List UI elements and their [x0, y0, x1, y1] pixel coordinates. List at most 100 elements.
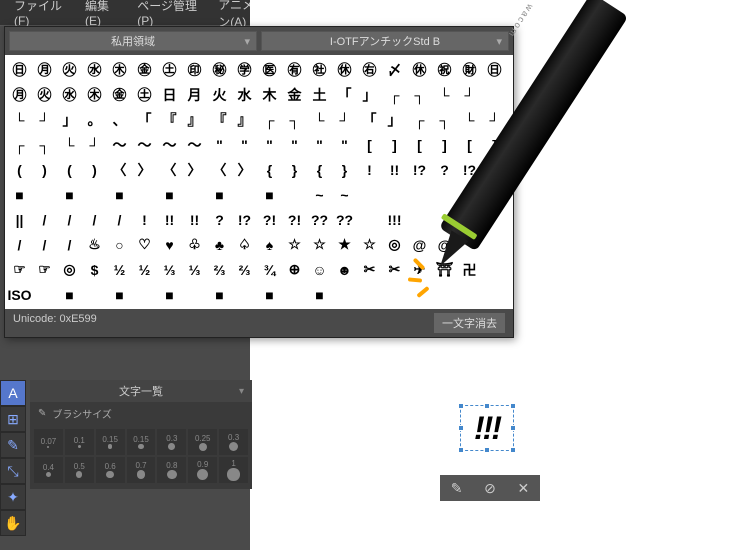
glyph-cell[interactable]: ┌	[7, 132, 32, 157]
glyph-cell[interactable]: 日	[157, 82, 182, 107]
glyph-cell[interactable]	[482, 82, 507, 107]
glyph-cell[interactable]: ㊋	[57, 57, 82, 82]
glyph-cell[interactable]: 〈	[207, 157, 232, 182]
glyph-cell[interactable]: ½	[132, 257, 157, 282]
glyph-cell[interactable]: ㊩	[257, 57, 282, 82]
glyph-cell[interactable]: @	[432, 232, 457, 257]
brush-size-cell[interactable]: 0.15	[96, 429, 125, 455]
glyph-cell[interactable]: !!!	[382, 207, 407, 232]
glyph-cell[interactable]: ┘	[32, 107, 57, 132]
glyph-cell[interactable]: ✂	[357, 257, 382, 282]
glyph-cell[interactable]: ┌	[382, 82, 407, 107]
glyph-cell[interactable]: !!	[382, 157, 407, 182]
glyph-cell[interactable]: }	[332, 157, 357, 182]
glyph-cell[interactable]: ⅓	[182, 257, 207, 282]
glyph-cell[interactable]: "	[307, 132, 332, 157]
glyph-cell[interactable]: /	[7, 232, 32, 257]
glyph-cell[interactable]: !	[357, 157, 382, 182]
glyph-cell[interactable]	[357, 282, 382, 307]
brush-size-cell[interactable]: 0.1	[65, 429, 94, 455]
glyph-cell[interactable]: /	[32, 232, 57, 257]
glyph-cell[interactable]: ☺	[307, 257, 332, 282]
glyph-cell[interactable]: 火	[207, 82, 232, 107]
glyph-cell[interactable]	[457, 232, 482, 257]
glyph-cell[interactable]: ㊐	[482, 57, 507, 82]
glyph-cell[interactable]: 』	[232, 107, 257, 132]
glyph-cell[interactable]: ㊎	[132, 57, 157, 82]
glyph-cell[interactable]: ■	[207, 282, 232, 307]
glyph-cell[interactable]: 卍	[457, 257, 482, 282]
glyph-cell[interactable]: ☆	[282, 232, 307, 257]
glyph-cell[interactable]: ㊍	[107, 57, 132, 82]
glyph-cell[interactable]: 「	[132, 107, 157, 132]
glyph-cell[interactable]: }	[282, 157, 307, 182]
glyph-cell[interactable]: 〉	[132, 157, 157, 182]
glyph-cell[interactable]: ♣	[207, 232, 232, 257]
glyph-cell[interactable]: /	[107, 207, 132, 232]
glyph-cell[interactable]: ■	[7, 182, 32, 207]
brush-tool[interactable]: ✎	[0, 432, 26, 458]
glyph-cell[interactable]: ㊌	[82, 57, 107, 82]
inserted-text-frame[interactable]: !!!	[460, 405, 514, 451]
glyph-cell[interactable]: 。	[82, 107, 107, 132]
glyph-cell[interactable]: !?	[482, 157, 507, 182]
glyph-cell[interactable]: ■	[57, 182, 82, 207]
edit-button[interactable]: ✎	[445, 478, 469, 498]
brush-size-cell[interactable]: 0.25	[188, 429, 217, 455]
glyph-cell[interactable]: 〜	[132, 132, 157, 157]
glyph-cell[interactable]: (	[7, 157, 32, 182]
glyph-cell[interactable]: └	[457, 107, 482, 132]
glyph-cell[interactable]: 〜	[182, 132, 207, 157]
glyph-cell[interactable]	[457, 182, 482, 207]
glyph-cell[interactable]: ㊡	[407, 57, 432, 82]
glyph-cell[interactable]: /	[57, 232, 82, 257]
glyph-cell[interactable]: 」	[57, 107, 82, 132]
glyph-cell[interactable]: ┐	[32, 132, 57, 157]
glyph-cell[interactable]: ■	[307, 282, 332, 307]
glyph-cell[interactable]	[32, 182, 57, 207]
glyph-cell[interactable]: 『	[207, 107, 232, 132]
glyph-cell[interactable]	[482, 257, 507, 282]
move-tool[interactable]: ⤡	[0, 458, 26, 484]
brush-size-cell[interactable]: 0.4	[34, 457, 63, 483]
glyph-cell[interactable]: ㊡	[332, 57, 357, 82]
glyph-cell[interactable]: ㊒	[282, 57, 307, 82]
glyph-cell[interactable]: ㊏	[132, 82, 157, 107]
glyph-cell[interactable]: ♥	[157, 232, 182, 257]
glyph-cell[interactable]: ■	[107, 282, 132, 307]
brush-size-cell[interactable]: 0.3	[157, 429, 186, 455]
font-dropdown[interactable]: I-OTFアンチックStd B	[261, 31, 509, 51]
glyph-cell[interactable]	[282, 282, 307, 307]
glyph-cell[interactable]: 〜	[107, 132, 132, 157]
resize-handle[interactable]	[458, 403, 464, 409]
glyph-cell[interactable]: 「	[332, 82, 357, 107]
glyph-cell[interactable]: [	[457, 132, 482, 157]
glyph-cell[interactable]: "	[232, 132, 257, 157]
glyph-cell[interactable]: 木	[257, 82, 282, 107]
glyph-cell[interactable]: ?!	[257, 207, 282, 232]
glyph-cell[interactable]: /	[32, 207, 57, 232]
glyph-cell[interactable]: └	[57, 132, 82, 157]
glyph-cell[interactable]	[407, 282, 432, 307]
glyph-cell[interactable]: ■	[57, 282, 82, 307]
glyph-cell[interactable]	[382, 182, 407, 207]
glyph-cell[interactable]: ♠	[257, 232, 282, 257]
glyph-cell[interactable]: /	[57, 207, 82, 232]
glyph-cell[interactable]: ㊌	[57, 82, 82, 107]
glyph-cell[interactable]: ⅔	[207, 257, 232, 282]
glyph-cell[interactable]: ㊊	[7, 82, 32, 107]
brush-size-cell[interactable]: 1	[219, 457, 248, 483]
glyph-cell[interactable]: ]	[382, 132, 407, 157]
glyph-cell[interactable]: ☞	[7, 257, 32, 282]
glyph-cell[interactable]: 〉	[232, 157, 257, 182]
region-dropdown[interactable]: 私用領域	[9, 31, 257, 51]
glyph-cell[interactable]: ㊍	[82, 82, 107, 107]
text-tool[interactable]: A	[0, 380, 26, 406]
glyph-cell[interactable]: !	[132, 207, 157, 232]
glyph-cell[interactable]	[82, 282, 107, 307]
glyph-cell[interactable]: {	[257, 157, 282, 182]
glyph-cell[interactable]: ⅓	[157, 257, 182, 282]
glyph-cell[interactable]: ■	[157, 182, 182, 207]
glyph-cell[interactable]: {	[307, 157, 332, 182]
glyph-cell[interactable]	[357, 182, 382, 207]
